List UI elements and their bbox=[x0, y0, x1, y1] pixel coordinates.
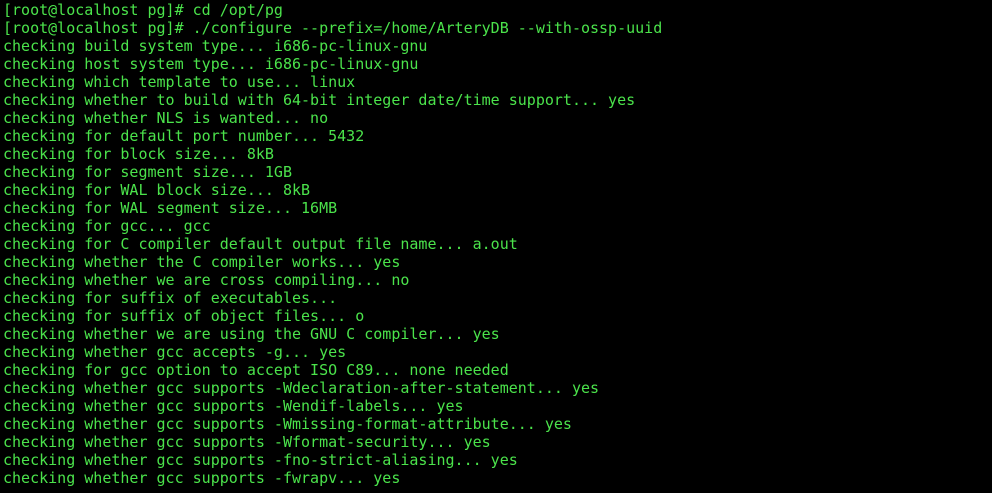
terminal-line: checking for block size... 8kB bbox=[3, 145, 274, 163]
terminal-line: checking whether gcc supports -Wdeclarat… bbox=[3, 379, 600, 397]
terminal-line: checking for C compiler default output f… bbox=[3, 235, 518, 253]
terminal-line: checking whether gcc supports -Wmissing-… bbox=[3, 415, 572, 433]
terminal-line: checking for default port number... 5432 bbox=[3, 127, 365, 145]
terminal-line: checking for WAL segment size... 16MB bbox=[3, 199, 338, 217]
terminal-line: checking for gcc option to accept ISO C8… bbox=[3, 361, 509, 379]
terminal-line: checking whether we are cross compiling.… bbox=[3, 271, 410, 289]
terminal-line: checking whether the C compiler works...… bbox=[3, 253, 401, 271]
terminal-line: checking whether gcc supports -Wendif-la… bbox=[3, 397, 464, 415]
terminal-line: checking whether to build with 64-bit in… bbox=[3, 91, 636, 109]
terminal-line: checking for suffix of executables... bbox=[3, 289, 338, 307]
terminal-window[interactable]: [root@localhost pg]# cd /opt/pg [root@lo… bbox=[0, 0, 992, 493]
terminal-line: checking whether gcc supports -fno-stric… bbox=[3, 451, 518, 469]
terminal-line: [root@localhost pg]# cd /opt/pg bbox=[3, 1, 283, 19]
terminal-line: checking for WAL block size... 8kB bbox=[3, 181, 311, 199]
terminal-line: checking for suffix of object files... o bbox=[3, 307, 365, 325]
terminal-line: checking for segment size... 1GB bbox=[3, 163, 292, 181]
terminal-line: [root@localhost pg]# ./configure --prefi… bbox=[3, 19, 663, 37]
terminal-line: checking whether NLS is wanted... no bbox=[3, 109, 329, 127]
terminal-line: checking whether we are using the GNU C … bbox=[3, 325, 500, 343]
terminal-line: checking whether gcc supports -Wformat-s… bbox=[3, 433, 491, 451]
terminal-line: checking for gcc... gcc bbox=[3, 217, 211, 235]
terminal-line: checking which template to use... linux bbox=[3, 73, 356, 91]
terminal-line: checking build system type... i686-pc-li… bbox=[3, 37, 428, 55]
terminal-line: checking whether gcc accepts -g... yes bbox=[3, 343, 347, 361]
terminal-line: checking whether gcc supports -fwrapv...… bbox=[3, 469, 401, 487]
terminal-line: checking host system type... i686-pc-lin… bbox=[3, 55, 419, 73]
